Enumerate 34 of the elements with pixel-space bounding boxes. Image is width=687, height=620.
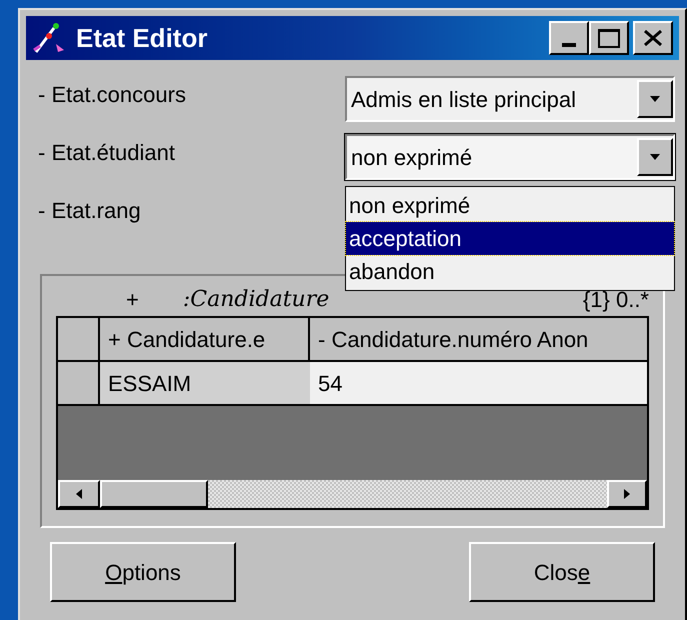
maximize-icon — [598, 28, 620, 48]
horizontal-scrollbar[interactable] — [58, 480, 647, 508]
scroll-right-button[interactable] — [607, 480, 647, 508]
dropdown-field[interactable]: non exprimé — [345, 134, 675, 180]
dropdown-option[interactable]: acceptation — [346, 222, 674, 255]
field-label: - Etat.rang — [38, 197, 141, 225]
multiplicity-text: {1} 0..* — [582, 286, 649, 314]
table-cell: 54 — [310, 362, 647, 404]
dropdown-field[interactable]: Admis en liste principal — [345, 76, 675, 122]
field-label: - Etat.étudiant — [38, 139, 175, 167]
dropdown-option[interactable]: abandon — [346, 255, 674, 288]
dropdown-arrow-icon — [650, 154, 660, 160]
close-button[interactable] — [633, 21, 673, 55]
minimize-icon — [562, 43, 576, 47]
column-header[interactable]: - Candidature.numéro Anon — [310, 318, 647, 360]
dropdown-button[interactable] — [637, 80, 673, 118]
dropdown-option[interactable]: non exprimé — [346, 189, 674, 222]
right-arrow-icon — [624, 489, 630, 499]
dropdown-button[interactable] — [637, 138, 673, 176]
column-header[interactable]: + Candidature.e — [100, 318, 310, 360]
scroll-left-button[interactable] — [58, 480, 100, 508]
minimize-button[interactable] — [549, 21, 589, 55]
association-sign: + — [126, 286, 139, 314]
dialog-button[interactable]: Options — [50, 542, 236, 602]
scroll-thumb[interactable] — [100, 480, 208, 508]
dropdown-arrow-icon — [650, 96, 660, 102]
table-cell: ESSAIM — [100, 362, 310, 404]
left-arrow-icon — [76, 489, 82, 499]
field-label: - Etat.concours — [38, 81, 186, 109]
dialog-button[interactable]: Close — [469, 542, 655, 602]
close-icon — [643, 29, 663, 47]
maximize-button[interactable] — [589, 21, 629, 55]
window-title: Etat Editor — [76, 22, 208, 54]
association-name: :Candidature — [182, 286, 330, 314]
